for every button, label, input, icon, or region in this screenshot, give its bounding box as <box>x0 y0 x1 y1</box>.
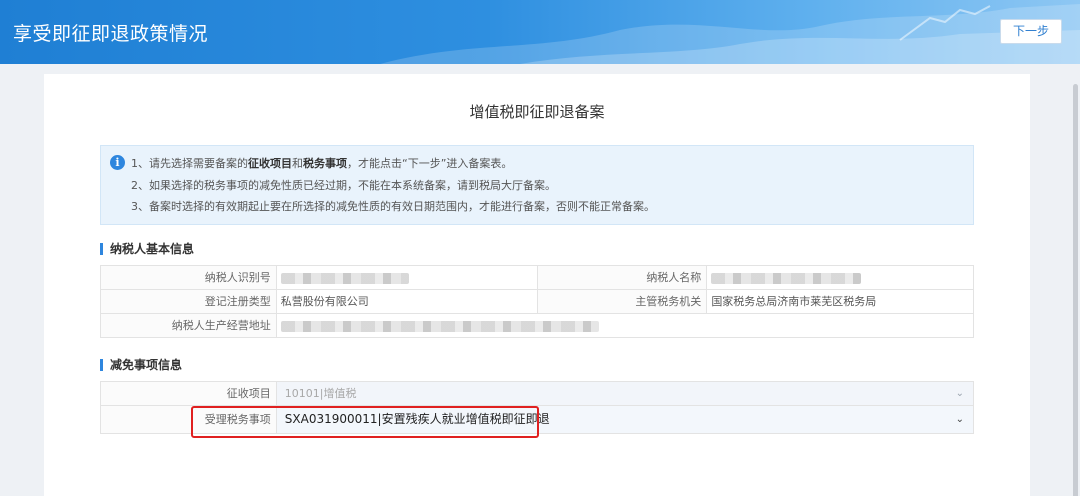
taxpayer-info-table: 纳税人识别号 纳税人名称 登记注册类型 私营股份有限公司 主管税务机关 国家税务… <box>100 265 974 338</box>
notice-box: i 1、请先选择需要备案的征收项目和税务事项，才能点击“下一步”进入备案表。 2… <box>100 145 974 225</box>
notice-line-2: 2、如果选择的税务事项的减免性质已经过期，不能在本系统备案，请到税局大厅备案。 <box>131 179 556 192</box>
red-highlight-annotation <box>191 406 539 438</box>
page-header-title: 享受即征即退政策情况 <box>13 23 209 45</box>
redacted-blur <box>280 320 599 332</box>
notice-line-1: 1、请先选择需要备案的征收项目和税务事项，才能点击“下一步”进入备案表。 <box>131 155 512 171</box>
notice-text: 1、请先选择需要备案的 <box>131 157 248 170</box>
collection-item-select[interactable]: 10101|增值税 ⌄ <box>276 382 973 405</box>
taxpayer-name-label: 纳税人名称 <box>537 266 708 290</box>
tax-authority-label: 主管税务机关 <box>537 290 708 314</box>
page-scrollbar[interactable] <box>1070 64 1080 496</box>
info-icon: i <box>110 155 125 170</box>
business-address-label: 纳税人生产经营地址 <box>101 314 277 338</box>
collection-item-value: 10101|增值税 <box>284 387 357 400</box>
redacted-blur <box>280 272 409 284</box>
notice-text: ，才能点击“下一步”进入备案表。 <box>347 157 513 170</box>
table-row: 登记注册类型 私营股份有限公司 主管税务机关 国家税务总局济南市莱芜区税务局 <box>101 290 974 314</box>
header-bar: 享受即征即退政策情况 下一步 <box>0 0 1080 64</box>
redacted-blur <box>711 272 862 284</box>
table-row: 纳税人生产经营地址 <box>101 314 974 338</box>
chevron-down-icon: ⌄ <box>955 388 964 399</box>
form-title: 增值税即征即退备案 <box>469 103 605 121</box>
main-card: 增值税即征即退备案 i 1、请先选择需要备案的征收项目和税务事项，才能点击“下一… <box>44 74 1030 496</box>
business-address-value <box>276 314 974 338</box>
registration-type-value: 私营股份有限公司 <box>276 290 538 314</box>
notice-bold-tax-matter: 税务事项 <box>303 157 347 170</box>
notice-bold-collection-item: 征收项目 <box>248 157 292 170</box>
taxpayer-id-value <box>276 266 538 290</box>
chevron-down-icon: ⌄ <box>955 414 964 425</box>
notice-line-3: 3、备案时选择的有效期起止要在所选择的减免性质的有效日期范围内，才能进行备案，否… <box>131 200 655 213</box>
next-step-button[interactable]: 下一步 <box>1000 19 1062 44</box>
taxpayer-section-heading: 纳税人基本信息 <box>100 243 194 255</box>
collection-item-cell: 10101|增值税 ⌄ <box>276 382 974 406</box>
notice-text: 和 <box>292 157 303 170</box>
table-row: 纳税人识别号 纳税人名称 <box>101 266 974 290</box>
table-row: 征收项目 10101|增值税 ⌄ <box>101 382 974 406</box>
exemption-section-heading: 减免事项信息 <box>100 359 182 371</box>
tax-authority-value: 国家税务总局济南市莱芜区税务局 <box>707 290 974 314</box>
registration-type-label: 登记注册类型 <box>101 290 277 314</box>
taxpayer-id-label: 纳税人识别号 <box>101 266 277 290</box>
scrollbar-thumb[interactable] <box>1073 84 1078 496</box>
collection-item-label: 征收项目 <box>101 382 277 406</box>
taxpayer-name-value <box>707 266 974 290</box>
